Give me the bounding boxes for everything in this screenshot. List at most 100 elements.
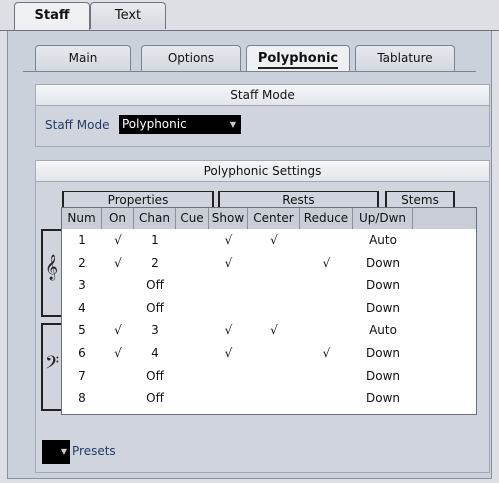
cell-reduce[interactable] — [300, 389, 353, 408]
cell-cue[interactable] — [176, 299, 209, 318]
table-row[interactable]: 8 Off Down — [62, 389, 476, 408]
table-row[interactable]: 3 Off Down — [62, 276, 476, 295]
cell-center[interactable] — [248, 344, 300, 363]
cell-cue[interactable] — [176, 321, 209, 340]
tab-tablature[interactable]: Tablature — [355, 45, 455, 71]
cell-show[interactable] — [209, 299, 248, 318]
cell-chan[interactable]: Off — [134, 299, 176, 318]
properties-group-header: Properties — [62, 191, 214, 208]
column-header-show: Show — [209, 208, 248, 229]
cell-center[interactable] — [248, 276, 300, 295]
column-header-cue: Cue — [176, 208, 209, 229]
cell-on[interactable] — [102, 367, 134, 386]
cell-num: 5 — [78, 323, 86, 338]
cell-reduce[interactable]: √ — [300, 344, 353, 363]
table-row[interactable]: 5 √ 3 √ √ Auto — [62, 321, 476, 340]
tab-polyphonic-label: Polyphonic — [257, 51, 339, 69]
cell-updwn[interactable]: Down — [353, 389, 413, 408]
cell-reduce[interactable]: √ — [300, 254, 353, 273]
cell-on[interactable] — [102, 276, 134, 295]
cell-on[interactable]: √ — [102, 254, 134, 273]
cell-show[interactable]: √ — [209, 321, 248, 340]
stems-group-header: Stems — [385, 191, 455, 208]
cell-chan[interactable]: 1 — [134, 231, 176, 250]
column-header-chan: Chan — [134, 208, 176, 229]
cell-center[interactable]: √ — [248, 231, 300, 250]
cell-show[interactable]: √ — [209, 254, 248, 273]
chevron-down-icon: ▼ — [60, 447, 67, 456]
cell-num: 1 — [78, 233, 86, 247]
presets-button[interactable]: ▼ — [42, 440, 70, 464]
cell-chan[interactable]: Off — [134, 276, 176, 295]
cell-show[interactable]: √ — [209, 231, 248, 250]
table-row[interactable]: 2 √ 2 √ √ Down — [62, 254, 476, 273]
cell-reduce[interactable] — [300, 231, 353, 250]
cell-updwn[interactable]: Down — [353, 276, 413, 295]
cell-chan[interactable]: 3 — [134, 321, 176, 340]
cell-chan[interactable]: Off — [134, 389, 176, 408]
cell-updwn[interactable]: Auto — [353, 231, 413, 250]
cell-on[interactable]: √ — [102, 231, 134, 250]
cell-num: 6 — [78, 346, 86, 360]
cell-on[interactable] — [102, 299, 134, 318]
cell-center[interactable]: √ — [248, 321, 300, 340]
staff-mode-dropdown[interactable]: Polyphonic ▼ — [119, 115, 241, 134]
column-header-updwn: Up/Dwn — [353, 208, 413, 229]
cell-show[interactable]: √ — [209, 344, 248, 363]
cell-chan[interactable]: 4 — [134, 344, 176, 363]
column-header-reduce: Reduce — [300, 208, 353, 229]
tab-main[interactable]: Main — [35, 45, 131, 71]
tab-text[interactable]: Text — [90, 2, 166, 29]
column-header-on: On — [102, 208, 134, 229]
cell-on[interactable] — [102, 389, 134, 408]
cell-show[interactable] — [209, 389, 248, 408]
cell-updwn[interactable]: Down — [353, 254, 413, 273]
cell-chan[interactable]: 2 — [134, 254, 176, 273]
cell-reduce[interactable] — [300, 321, 353, 340]
cell-num: 2 — [78, 255, 86, 270]
cell-num: 4 — [78, 300, 86, 315]
staff-mode-value: Polyphonic — [122, 117, 187, 131]
staff-mode-label: Staff Mode — [45, 118, 110, 132]
chevron-down-icon: ▼ — [229, 120, 236, 129]
cell-cue[interactable] — [176, 231, 209, 250]
cell-reduce[interactable] — [300, 367, 353, 386]
staff-mode-header: Staff Mode — [36, 85, 489, 106]
cell-on[interactable]: √ — [102, 344, 134, 363]
staff-mode-section: Staff Mode Staff Mode Polyphonic ▼ — [35, 84, 490, 147]
cell-on[interactable]: √ — [102, 321, 134, 340]
cell-num: 3 — [78, 278, 86, 293]
bass-clef-icon: 𝄢 — [45, 353, 60, 378]
cell-reduce[interactable] — [300, 299, 353, 318]
inner-tab-divider — [23, 71, 476, 72]
table-row[interactable]: 7 Off Down — [62, 367, 476, 386]
cell-cue[interactable] — [176, 344, 209, 363]
cell-center[interactable] — [248, 389, 300, 408]
cell-show[interactable] — [209, 276, 248, 295]
cell-center[interactable] — [248, 367, 300, 386]
cell-updwn[interactable]: Down — [353, 344, 413, 363]
cell-updwn[interactable]: Down — [353, 367, 413, 386]
cell-cue[interactable] — [176, 389, 209, 408]
cell-chan[interactable]: Off — [134, 367, 176, 386]
cell-updwn[interactable]: Auto — [353, 321, 413, 340]
table-row[interactable]: 6 √ 4 √ √ Down — [62, 344, 476, 363]
tab-options[interactable]: Options — [141, 45, 241, 71]
tab-polyphonic[interactable]: Polyphonic — [246, 45, 350, 71]
cell-updwn[interactable]: Down — [353, 299, 413, 318]
table-row[interactable]: 4 Off Down — [62, 299, 476, 318]
cell-cue[interactable] — [176, 276, 209, 295]
cell-center[interactable] — [248, 254, 300, 273]
presets-label: Presets — [72, 444, 116, 458]
cell-center[interactable] — [248, 299, 300, 318]
tab-staff[interactable]: Staff — [14, 2, 90, 31]
cell-cue[interactable] — [176, 254, 209, 273]
treble-clef-icon: 𝄞 — [45, 255, 59, 280]
treble-clef-bracket: 𝄞 — [41, 229, 61, 317]
cell-cue[interactable] — [176, 367, 209, 386]
cell-reduce[interactable] — [300, 276, 353, 295]
polyphonic-table: Num On Chan Cue Show Center Reduce Up/Dwn 1 √ 1 √ √… — [61, 207, 477, 415]
cell-show[interactable] — [209, 367, 248, 386]
table-row[interactable]: 1 √ 1 √ √ Auto — [62, 231, 476, 250]
polyphonic-settings-header: Polyphonic Settings — [36, 161, 489, 182]
